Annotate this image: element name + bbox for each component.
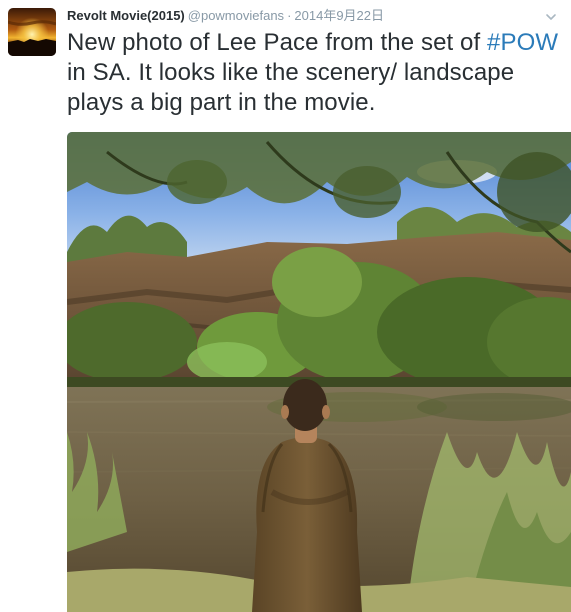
tweet: Revolt Movie(2015) @powmoviefans · 2014年9月2… xyxy=(0,0,571,612)
hashtag-link[interactable]: #POW xyxy=(487,29,558,56)
display-name[interactable]: Revolt Movie(2015) xyxy=(67,8,185,23)
header-separator: · xyxy=(287,8,292,23)
tweet-text-part2: in SA. It looks like the scenery/ landsc… xyxy=(67,59,515,116)
tweet-text-part1: New photo of Lee Pace from the set of xyxy=(67,29,488,56)
tweet-photo[interactable] xyxy=(67,132,571,612)
tweet-timestamp[interactable]: 2014年9月22日 xyxy=(294,8,384,23)
screen-name[interactable]: @powmoviefans xyxy=(188,8,284,23)
chevron-down-icon[interactable] xyxy=(545,10,557,22)
user-avatar[interactable] xyxy=(8,8,56,56)
tweet-text: New photo of Lee Pace from the set of #P… xyxy=(67,28,562,118)
tweet-header: Revolt Movie(2015) @powmoviefans · 2014年9月2… xyxy=(67,7,384,25)
